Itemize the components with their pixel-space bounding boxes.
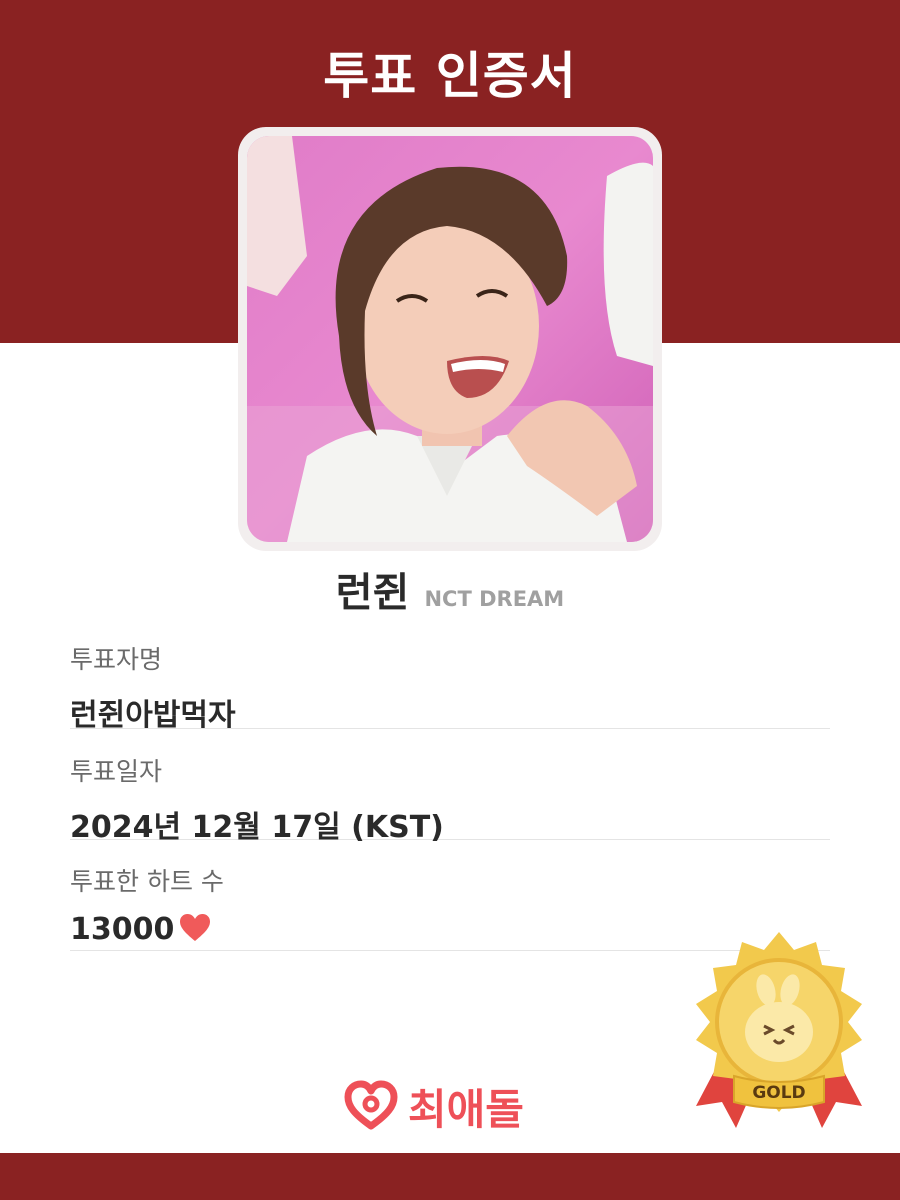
vote-date-label: 투표일자: [70, 757, 163, 786]
idol-photo-frame: [238, 127, 662, 551]
brand-heart-icon: [344, 1080, 398, 1130]
voter-name-row: 투표자명 런쥔아밥먹자: [70, 640, 830, 733]
idol-name: 런쥔: [335, 570, 410, 616]
heart-icon: [180, 914, 211, 941]
footer-band: [0, 1153, 900, 1200]
brand-name: 최애돌: [408, 1084, 524, 1134]
voter-name-value: 런쥔아밥먹자: [70, 698, 236, 733]
idol-photo: [247, 136, 653, 542]
idol-title: 런쥔 NCT DREAM: [0, 560, 900, 618]
gold-medal-badge: GOLD: [686, 928, 872, 1138]
voter-name-label: 투표자명: [70, 645, 163, 674]
medal-label: GOLD: [752, 1083, 805, 1103]
idol-group: NCT DREAM: [424, 587, 565, 611]
page-title: 투표 인증서: [323, 47, 577, 105]
heart-count-value: 13000: [70, 912, 175, 947]
vote-date-value: 2024년 12월 17일 (KST): [70, 810, 444, 845]
heart-count-label: 투표한 하트 수: [70, 867, 224, 896]
brand-logo: 최애돌: [344, 1078, 524, 1134]
vote-date-row: 투표일자 2024년 12월 17일 (KST): [70, 752, 830, 845]
